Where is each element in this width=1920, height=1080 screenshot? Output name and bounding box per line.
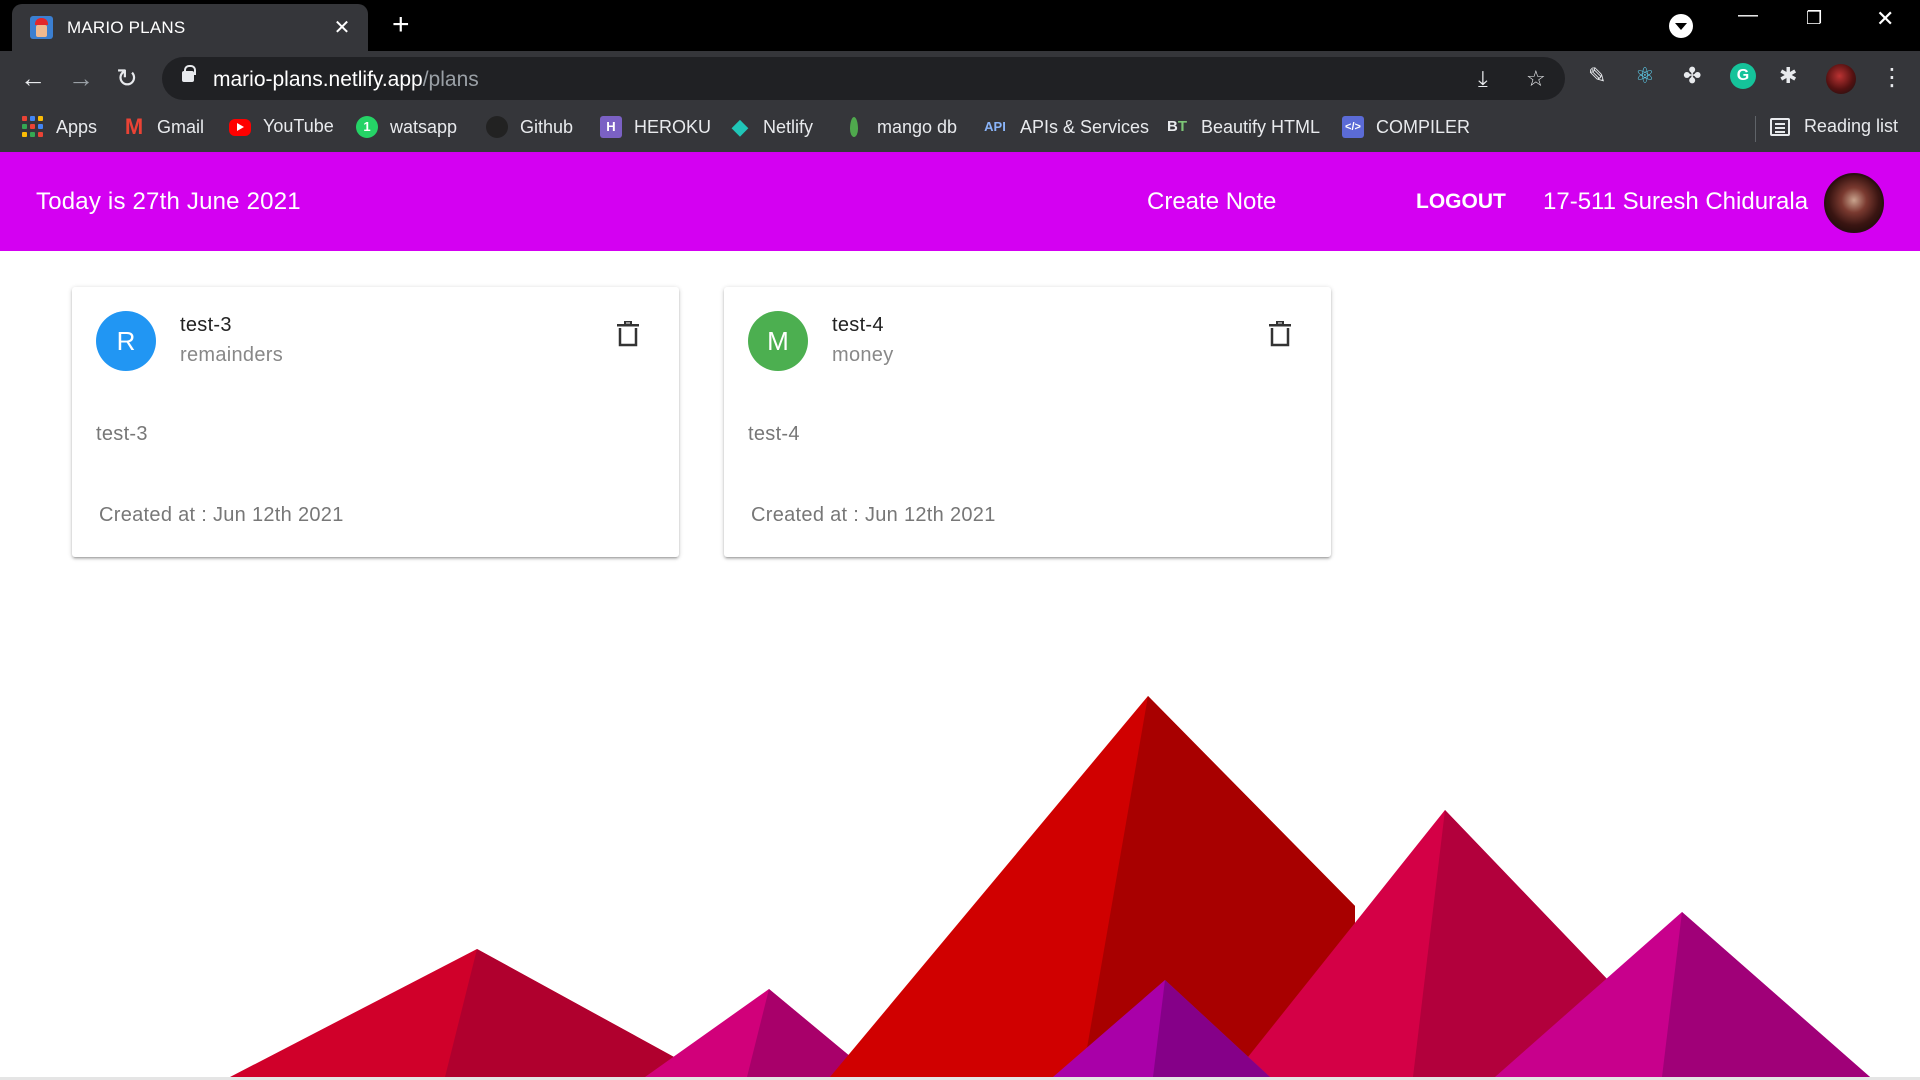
address-bar[interactable]: mario-plans.netlify.app/plans ⤓ ☆ xyxy=(162,57,1565,100)
bookmark-github[interactable]: Github xyxy=(486,116,573,138)
browser-tab[interactable]: MARIO PLANS ✕ xyxy=(12,4,368,51)
netlify-icon: ◆ xyxy=(731,114,749,139)
bookmarks-bar: Apps M Gmail YouTube 1 watsapp Github H … xyxy=(0,106,1920,152)
gmail-icon: M xyxy=(124,114,144,139)
reading-list-icon xyxy=(1769,117,1790,136)
bookmark-mango-db[interactable]: mango db xyxy=(843,116,957,138)
note-card[interactable]: M test-4 money test-4 Created at : Jun 1… xyxy=(724,287,1331,557)
note-category: remainders xyxy=(180,344,284,366)
today-date-text: Today is 27th June 2021 xyxy=(36,188,301,215)
bookmark-label: Netlify xyxy=(763,116,814,137)
browser-tab-strip: MARIO PLANS ✕ + — ❐ ✕ xyxy=(0,0,1920,51)
browser-toolbar: ← → ↻ mario-plans.netlify.app/plans ⤓ ☆ … xyxy=(0,51,1920,106)
logout-link[interactable]: LOGOUT xyxy=(1416,190,1506,214)
note-title: test-3 xyxy=(180,314,232,336)
note-content: test-3 xyxy=(96,423,148,445)
bookmark-label: Github xyxy=(520,116,574,137)
react-devtools-icon[interactable]: ⚛ xyxy=(1635,63,1655,89)
url-text[interactable]: mario-plans.netlify.app/plans xyxy=(213,68,479,92)
grammarly-icon[interactable]: G xyxy=(1730,63,1756,89)
mongodb-leaf-icon xyxy=(843,116,865,138)
bookmark-label: HEROKU xyxy=(634,116,712,137)
profile-avatar-icon[interactable] xyxy=(1826,64,1856,94)
reading-list-label: Reading list xyxy=(1803,116,1898,136)
bookmarks-divider xyxy=(1755,116,1756,142)
compiler-icon: </> xyxy=(1342,116,1364,138)
youtube-icon xyxy=(229,119,251,136)
app-navbar: Today is 27th June 2021 Create Note LOGO… xyxy=(0,152,1920,251)
bookmark-label: mango db xyxy=(877,116,958,137)
api-icon: API xyxy=(984,119,1006,134)
new-tab-icon[interactable]: + xyxy=(392,10,410,40)
bookmark-watsapp[interactable]: 1 watsapp xyxy=(356,116,457,138)
menu-kebab-icon[interactable]: ⋮ xyxy=(1880,63,1904,92)
note-avatar: R xyxy=(96,311,156,371)
mario-favicon-icon xyxy=(30,16,53,39)
bookmark-heroku[interactable]: H HEROKU xyxy=(600,116,711,138)
note-title: test-4 xyxy=(832,314,884,336)
delete-trash-icon[interactable] xyxy=(1269,321,1291,347)
back-icon[interactable]: ← xyxy=(20,64,46,92)
bookmark-label: Beautify HTML xyxy=(1201,116,1321,137)
whatsapp-icon: 1 xyxy=(356,116,378,138)
bookmark-star-icon[interactable]: ☆ xyxy=(1526,66,1546,92)
bookmark-label: watsapp xyxy=(390,116,458,137)
bookmark-apps[interactable]: Apps xyxy=(22,116,97,138)
github-icon xyxy=(486,116,508,138)
window-close-icon[interactable]: ✕ xyxy=(1876,6,1894,32)
extension-icon[interactable]: ✤ xyxy=(1683,63,1701,89)
heroku-icon: H xyxy=(600,116,622,138)
bookmark-label: COMPILER xyxy=(1376,116,1471,137)
username-text: 17-511 Suresh Chidurala xyxy=(1543,188,1809,215)
beautify-icon: BT xyxy=(1166,118,1187,135)
install-app-icon[interactable]: ⤓ xyxy=(1478,66,1488,92)
bookmark-label: Gmail xyxy=(157,116,205,137)
restore-icon[interactable]: ❐ xyxy=(1806,8,1822,29)
bookmark-youtube[interactable]: YouTube xyxy=(229,116,334,137)
note-avatar: M xyxy=(748,311,808,371)
url-path: /plans xyxy=(422,68,479,91)
note-category: money xyxy=(832,344,894,366)
minimize-icon[interactable]: — xyxy=(1738,4,1758,27)
bookmark-label: APIs & Services xyxy=(1020,116,1150,137)
bookmark-label: YouTube xyxy=(263,116,334,136)
bookmark-apis-services[interactable]: API APIs & Services xyxy=(982,116,1149,138)
tab-title: MARIO PLANS xyxy=(67,17,186,37)
create-note-link[interactable]: Create Note xyxy=(1147,188,1276,216)
note-created-date: Created at : Jun 12th 2021 xyxy=(751,504,996,526)
delete-trash-icon[interactable] xyxy=(617,321,639,347)
bookmark-netlify[interactable]: ◆ Netlify xyxy=(729,116,813,138)
bookmark-gmail[interactable]: M Gmail xyxy=(123,116,204,138)
bookmark-compiler[interactable]: </> COMPILER xyxy=(1342,116,1470,138)
extensions-puzzle-icon[interactable]: ✱ xyxy=(1779,63,1797,89)
user-avatar[interactable] xyxy=(1824,173,1884,233)
note-card[interactable]: R test-3 remainders test-3 Created at : … xyxy=(72,287,679,557)
apps-grid-icon xyxy=(22,116,44,138)
mountains-illustration xyxy=(230,696,1870,1077)
forward-icon[interactable]: → xyxy=(68,64,94,92)
reload-icon[interactable]: ↻ xyxy=(116,64,138,92)
note-created-date: Created at : Jun 12th 2021 xyxy=(99,504,344,526)
url-host: mario-plans.netlify.app xyxy=(213,68,423,91)
tab-search-icon[interactable] xyxy=(1669,14,1693,38)
lock-icon xyxy=(182,65,196,82)
pen-extension-icon[interactable]: ✎ xyxy=(1588,63,1606,89)
tab-close-icon[interactable]: ✕ xyxy=(330,15,354,40)
note-content: test-4 xyxy=(748,423,800,445)
bookmark-beautify-html[interactable]: BT Beautify HTML xyxy=(1165,116,1320,138)
reading-list-button[interactable]: Reading list xyxy=(1769,116,1898,137)
bookmark-label: Apps xyxy=(56,116,98,137)
